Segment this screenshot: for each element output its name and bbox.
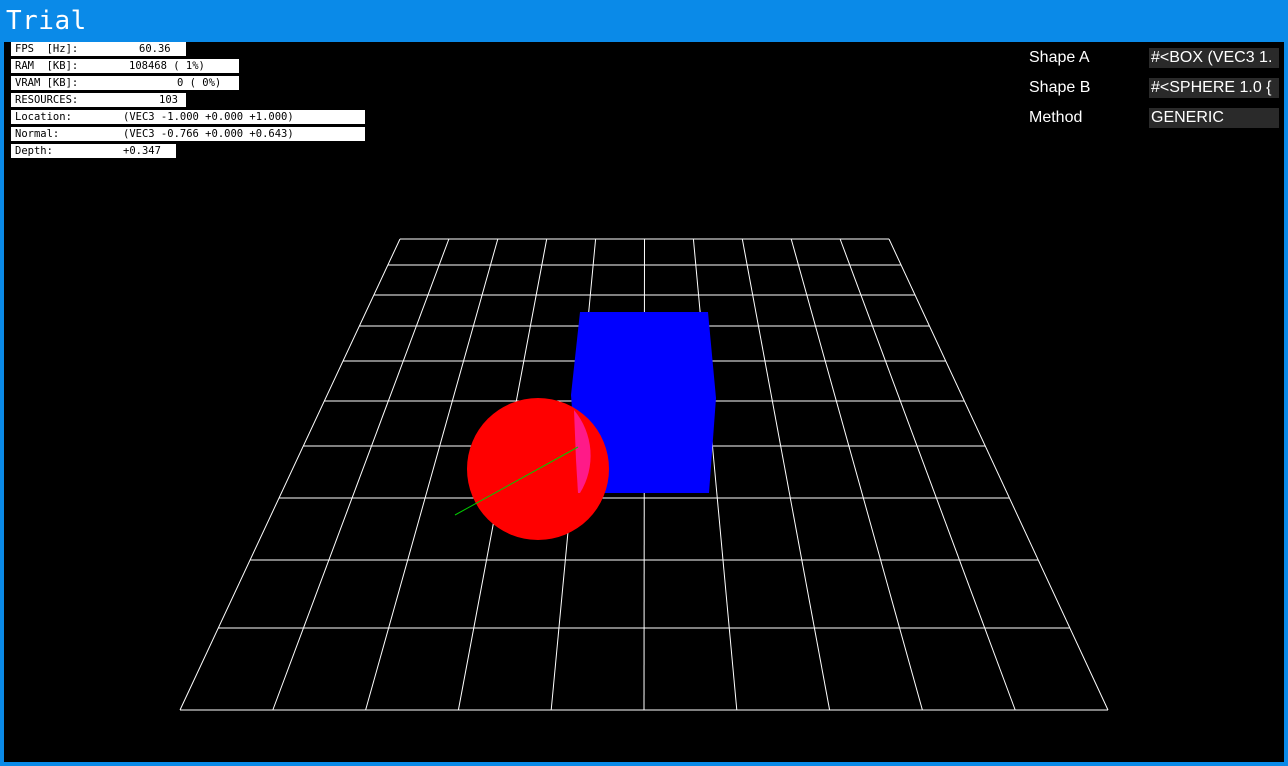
stat-label: Normal: [15, 128, 60, 140]
grid-line [839, 238, 1016, 711]
stat-label: VRAM [KB]: [15, 77, 79, 89]
stat-row-normal: Normal: (VEC3 -0.766 +0.000 +0.643) [11, 127, 365, 141]
stat-row-depth: Depth: +0.347 [11, 144, 176, 158]
stat-row-ram: RAM [KB]: 108468 ( 1%) [11, 59, 239, 73]
stat-value: 0 ( 0%) [177, 77, 222, 89]
stat-label: RAM [KB]: [15, 60, 79, 72]
stat-value: +0.347 [123, 145, 161, 157]
grid-line [790, 238, 923, 711]
shape-b-field[interactable]: #<SPHERE 1.0 { [1149, 78, 1279, 98]
stat-label: Depth: [15, 145, 53, 157]
title-bar[interactable]: Trial [0, 0, 1288, 42]
grid-line [272, 238, 450, 711]
window-title: Trial [6, 6, 87, 36]
stat-value: (VEC3 -1.000 +0.000 +1.000) [123, 111, 294, 123]
stat-row-vram: VRAM [KB]: 0 ( 0%) [11, 76, 239, 90]
stat-label: RESOURCES: [15, 94, 79, 106]
stat-label: FPS [Hz]: [15, 43, 79, 55]
grid-line [179, 238, 401, 711]
grid-line [741, 238, 831, 711]
stat-row-fps: FPS [Hz]: 60.36 [11, 42, 186, 56]
method-label: Method [1029, 109, 1083, 126]
shape-a-label: Shape A [1029, 49, 1090, 66]
stat-value: 108468 ( 1%) [129, 60, 205, 72]
scene-canvas [179, 238, 1109, 711]
stat-value: 60.36 [139, 43, 171, 55]
stat-label: Location: [15, 111, 72, 123]
stat-row-location: Location: (VEC3 -1.000 +0.000 +1.000) [11, 110, 365, 124]
stat-value: (VEC3 -0.766 +0.000 +0.643) [123, 128, 294, 140]
viewport-3d[interactable]: FPS [Hz]: 60.36 RAM [KB]: 108468 ( 1%) V… [4, 42, 1284, 762]
stat-value: 103 [159, 94, 178, 106]
method-select[interactable]: GENERIC [1149, 108, 1279, 128]
stat-row-resources: RESOURCES: 103 [11, 93, 186, 107]
grid-line [888, 238, 1109, 711]
shape-a-field[interactable]: #<BOX (VEC3 1. [1149, 48, 1279, 68]
shape-b-label: Shape B [1029, 79, 1091, 96]
